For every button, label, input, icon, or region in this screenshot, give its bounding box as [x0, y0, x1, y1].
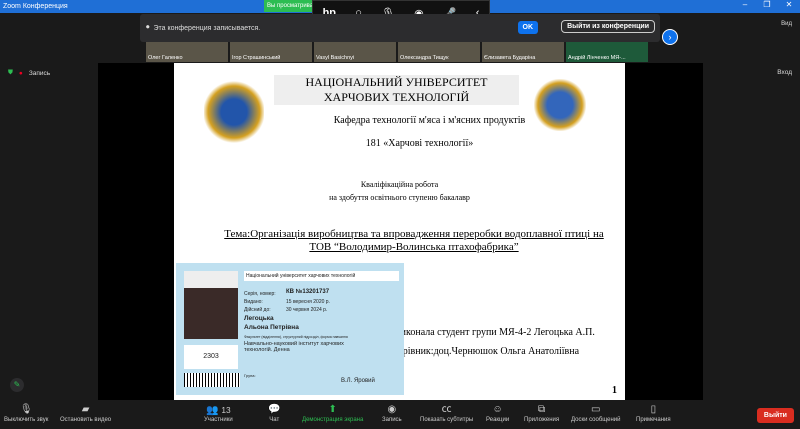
participants-icon: 👥 13 [206, 405, 231, 416]
whiteboard-icon: ▭ [591, 404, 601, 415]
degree: на здобуття освітнього ступеню бакалавр [329, 193, 470, 202]
notes-button[interactable]: ▯ Примечания [636, 403, 671, 423]
mute-label: Выключить звук [4, 417, 49, 423]
view-button[interactable]: Вид [781, 21, 792, 27]
recording-label: Запись [28, 69, 51, 77]
notice-text: Эта конференция записывается. [153, 24, 261, 32]
card-issued: 15 вересня 2020 р. [286, 299, 330, 305]
participant-tile[interactable]: Андрій Лінченко МЯ-... [566, 42, 648, 62]
reactions-label: Реакции [486, 417, 510, 423]
share-screen-button[interactable]: ⬆ Демонстрация экрана [302, 403, 363, 423]
recording-notice: ⏺ Эта конференция записывается. OK Выйти… [140, 14, 660, 42]
shield-icon: ⛊ [8, 69, 13, 76]
card-signer: В.Л. Яровий [341, 378, 375, 384]
page-number: 1 [612, 385, 617, 396]
department: Кафедра технології м'яса і м'ясних проду… [333, 115, 526, 126]
card-institute: Навчально-науковий інститут харчових тех… [244, 341, 344, 353]
presentation-slide: НАЦІОНАЛЬНИЙ УНІВЕРСИТЕТ ХАРЧОВИХ ТЕХНОЛ… [174, 63, 625, 400]
participants-label: Участники [204, 417, 233, 423]
participant-tile[interactable]: Єлизавета Бударіна [482, 42, 564, 62]
notes-label: Примечания [636, 417, 671, 423]
card-series: КВ №13201737 [286, 289, 330, 295]
recording-icon: ⏺ [146, 24, 150, 31]
leave-button[interactable]: Выйти [756, 408, 794, 423]
participant-strip: Олег Галенко Ігор Страшинський Vasyl Bas… [146, 42, 648, 62]
participants-count: 13 [221, 405, 231, 415]
window-title: Zoom Конференция [3, 3, 68, 10]
recording-status[interactable]: ⛊ ● Запись [8, 69, 50, 77]
supervisor: Керівник:доц.Чернюшок Ольга Анатоліївна [392, 346, 580, 357]
participant-tile[interactable]: Ігор Страшинський [230, 42, 312, 62]
share-screen-icon: ⬆ [328, 404, 337, 415]
participant-name: Vasyl Basichnyi [316, 55, 355, 61]
annotate-pen-button[interactable]: ✎ [10, 378, 24, 392]
enter-button[interactable]: Вход [777, 69, 792, 76]
participants-button[interactable]: 👥 13 Участники [204, 403, 233, 423]
topic: Тема:Організація виробництва та впровадж… [224, 228, 604, 253]
participant-tile[interactable]: Олег Галенко [146, 42, 228, 62]
whiteboards-button[interactable]: ▭ Доски сообщений [571, 403, 621, 423]
ok-button[interactable]: OK [517, 21, 538, 34]
apps-button[interactable]: ⧉ Приложения [524, 403, 559, 423]
mute-button[interactable]: 🎙 Выключить звук [4, 403, 48, 423]
participant-tile[interactable]: Vasyl Basichnyi [314, 42, 396, 62]
chat-button[interactable]: 💬 Чат [268, 403, 280, 423]
work-type: Кваліфікаційна робота [360, 180, 439, 189]
participant-name: Єлизавета Бударіна [484, 55, 536, 61]
slide-title: НАЦІОНАЛЬНИЙ УНІВЕРСИТЕТ ХАРЧОВИХ ТЕХНОЛ… [274, 75, 519, 105]
record-icon: ◉ [387, 404, 397, 415]
captions-label: Показать субтитры [420, 417, 474, 423]
photo [184, 271, 238, 339]
specialty: 181 «Харчові технології» [365, 138, 474, 149]
smiley-icon: ☺ [492, 404, 503, 415]
captions-button[interactable]: ㏄ Показать субтитры [420, 403, 473, 423]
participant-name: Ігор Страшинський [232, 55, 281, 61]
chat-icon: 💬 [268, 404, 281, 415]
participant-name: Олександра Тищук [400, 55, 449, 61]
stop-video-button[interactable]: ▰ Остановить видео [60, 403, 111, 423]
restore-button[interactable]: ❐ [756, 0, 778, 9]
record-label: Запись [382, 417, 402, 423]
apps-icon: ⧉ [537, 404, 546, 415]
minimize-button[interactable]: – [734, 0, 756, 9]
video-label: Остановить видео [60, 417, 112, 423]
card-university: Національний університет харчових технол… [244, 271, 399, 281]
meeting-toolbar: 🎙 Выключить звук ▰ Остановить видео 👥 13 Уч… [0, 401, 800, 429]
participant-name: Андрій Лінченко МЯ-... [568, 55, 626, 61]
share-label: Демонстрация экрана [302, 417, 364, 423]
close-button[interactable]: ✕ [778, 0, 800, 9]
cc-icon: ㏄ [441, 404, 452, 415]
card-valid-label: Дійсний до: [244, 307, 271, 313]
card-valid: 30 червня 2024 р. [286, 307, 328, 313]
participant-tile[interactable]: Олександра Тищук [398, 42, 480, 62]
student-id-card: Національний університет харчових технол… [176, 263, 404, 395]
university-crest-left [204, 81, 264, 143]
apps-label: Приложения [524, 417, 560, 423]
chat-label: Чат [269, 417, 280, 423]
microphone-icon: 🎙 [19, 404, 33, 415]
leave-meeting-button[interactable]: Выйти из конференции [561, 20, 655, 33]
card-series-label: Серія, номер: [244, 291, 276, 297]
card-issued-label: Видано: [244, 299, 263, 305]
card-number: 2303 [184, 345, 238, 369]
record-button[interactable]: ◉ Запись [382, 403, 402, 423]
card-name: Альона Петрівна [244, 324, 299, 331]
card-faculty-label: Факультет (відділення), структурний підр… [244, 335, 348, 339]
video-camera-icon: ▰ [81, 404, 90, 415]
card-surname: Легоцька [244, 315, 274, 322]
author: Виконала студент групи МЯ-4-2 Легоцька А… [394, 327, 595, 338]
participant-name: Олег Галенко [148, 55, 183, 61]
record-dot-icon: ● [18, 69, 23, 77]
card-group-label: Група: [244, 373, 256, 378]
next-page-button[interactable]: › [662, 29, 678, 45]
whiteboards-label: Доски сообщений [571, 417, 621, 423]
notes-icon: ▯ [650, 404, 657, 415]
reactions-button[interactable]: ☺ Реакции [486, 403, 509, 423]
barcode [184, 373, 240, 387]
